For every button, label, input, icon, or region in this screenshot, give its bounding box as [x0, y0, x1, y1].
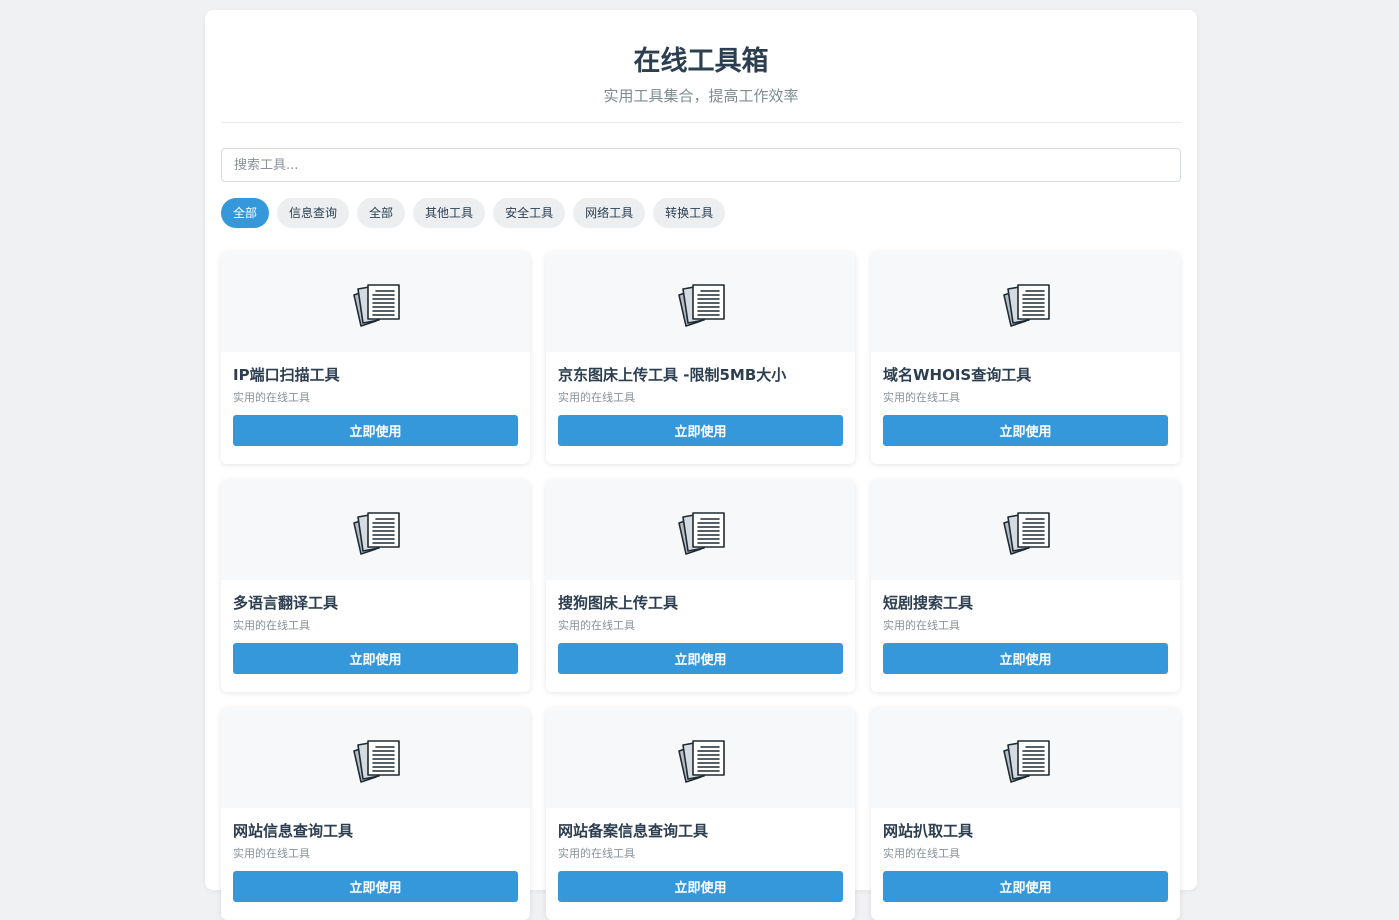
- filter-pill[interactable]: 安全工具: [493, 198, 566, 228]
- tool-card[interactable]: 域名WHOIS查询工具 实用的在线工具 立即使用: [871, 252, 1180, 464]
- tool-card-description: 实用的在线工具: [883, 391, 960, 404]
- tool-card-title: 网站信息查询工具: [233, 822, 354, 840]
- tool-card[interactable]: 网站备案信息查询工具 实用的在线工具 立即使用: [546, 708, 855, 920]
- tool-card[interactable]: IP端口扫描工具 实用的在线工具 立即使用: [221, 252, 530, 464]
- tool-card-title: 网站扒取工具: [883, 822, 974, 840]
- filter-pill[interactable]: 网络工具: [573, 198, 646, 228]
- tool-card[interactable]: 多语言翻译工具 实用的在线工具 立即使用: [221, 480, 530, 692]
- use-now-button[interactable]: 立即使用: [558, 415, 843, 446]
- document-stack-icon: [1002, 512, 1050, 555]
- use-now-button[interactable]: 立即使用: [883, 415, 1168, 446]
- document-stack-icon: [1002, 284, 1050, 327]
- tool-card-thumbnail: [871, 252, 1180, 352]
- document-stack-icon: [677, 284, 725, 327]
- tool-grid: IP端口扫描工具 实用的在线工具 立即使用 京东图床上传工具 -限制5MB大小 …: [221, 252, 1181, 920]
- tool-card-description: 实用的在线工具: [558, 391, 635, 404]
- tool-card-body: 多语言翻译工具 实用的在线工具 立即使用: [221, 580, 530, 674]
- tool-card-description: 实用的在线工具: [233, 847, 310, 860]
- tool-card-title: IP端口扫描工具: [233, 366, 340, 384]
- tool-card-title: 短剧搜索工具: [883, 594, 974, 612]
- page-title: 在线工具箱: [633, 46, 769, 77]
- tool-card-description: 实用的在线工具: [883, 847, 960, 860]
- tool-card[interactable]: 网站扒取工具 实用的在线工具 立即使用: [871, 708, 1180, 920]
- document-stack-icon: [1002, 740, 1050, 783]
- use-now-button[interactable]: 立即使用: [558, 871, 843, 902]
- tool-card[interactable]: 京东图床上传工具 -限制5MB大小 实用的在线工具 立即使用: [546, 252, 855, 464]
- tool-card-thumbnail: [546, 480, 855, 580]
- tool-card-body: 京东图床上传工具 -限制5MB大小 实用的在线工具 立即使用: [546, 352, 855, 446]
- tool-card-title: 网站备案信息查询工具: [558, 822, 709, 840]
- tool-card-thumbnail: [871, 480, 1180, 580]
- document-stack-icon: [352, 512, 400, 555]
- tool-card-body: 网站扒取工具 实用的在线工具 立即使用: [871, 808, 1180, 902]
- tool-card-thumbnail: [871, 708, 1180, 808]
- use-now-button[interactable]: 立即使用: [233, 871, 518, 902]
- use-now-button[interactable]: 立即使用: [233, 643, 518, 674]
- filter-pill[interactable]: 其他工具: [413, 198, 486, 228]
- tool-card-description: 实用的在线工具: [558, 847, 635, 860]
- tool-card-body: 网站备案信息查询工具 实用的在线工具 立即使用: [546, 808, 855, 902]
- tool-card-thumbnail: [546, 708, 855, 808]
- filter-pill[interactable]: 全部: [221, 198, 270, 228]
- tool-card-thumbnail: [221, 252, 530, 352]
- tool-card-description: 实用的在线工具: [558, 619, 635, 632]
- document-stack-icon: [352, 284, 400, 327]
- tool-card-description: 实用的在线工具: [883, 619, 960, 632]
- page-subtitle: 实用工具集合，提高工作效率: [603, 87, 799, 105]
- tool-card-body: IP端口扫描工具 实用的在线工具 立即使用: [221, 352, 530, 446]
- tool-card-description: 实用的在线工具: [233, 391, 310, 404]
- tool-card[interactable]: 短剧搜索工具 实用的在线工具 立即使用: [871, 480, 1180, 692]
- tool-card-title: 搜狗图床上传工具: [558, 594, 679, 612]
- filter-pill[interactable]: 全部: [357, 198, 406, 228]
- search-bar: [221, 148, 1181, 182]
- category-filters: 全部 信息查询 全部 其他工具 安全工具 网络工具 转换工具: [221, 198, 1181, 228]
- use-now-button[interactable]: 立即使用: [233, 415, 518, 446]
- tool-card-title: 多语言翻译工具: [233, 594, 339, 612]
- tool-card-thumbnail: [546, 252, 855, 352]
- tool-card-thumbnail: [221, 708, 530, 808]
- filter-pill[interactable]: 转换工具: [653, 198, 726, 228]
- use-now-button[interactable]: 立即使用: [558, 643, 843, 674]
- search-input[interactable]: [221, 148, 1181, 182]
- tool-card[interactable]: 搜狗图床上传工具 实用的在线工具 立即使用: [546, 480, 855, 692]
- document-stack-icon: [677, 512, 725, 555]
- tool-card-description: 实用的在线工具: [233, 619, 310, 632]
- use-now-button[interactable]: 立即使用: [883, 643, 1168, 674]
- tool-card-title: 京东图床上传工具 -限制5MB大小: [558, 366, 787, 384]
- tool-card[interactable]: 网站信息查询工具 实用的在线工具 立即使用: [221, 708, 530, 920]
- document-stack-icon: [677, 740, 725, 783]
- document-stack-icon: [352, 740, 400, 783]
- tool-card-body: 短剧搜索工具 实用的在线工具 立即使用: [871, 580, 1180, 674]
- filter-pill[interactable]: 信息查询: [277, 198, 350, 228]
- tool-card-body: 搜狗图床上传工具 实用的在线工具 立即使用: [546, 580, 855, 674]
- tool-card-body: 域名WHOIS查询工具 实用的在线工具 立即使用: [871, 352, 1180, 446]
- tool-card-body: 网站信息查询工具 实用的在线工具 立即使用: [221, 808, 530, 902]
- tool-card-title: 域名WHOIS查询工具: [883, 366, 1032, 384]
- page-header: 在线工具箱 实用工具集合，提高工作效率: [221, 10, 1181, 123]
- main-container: 在线工具箱 实用工具集合，提高工作效率 全部信息查询全部其他工具安全工具网络工具…: [205, 10, 1197, 920]
- use-now-button[interactable]: 立即使用: [883, 871, 1168, 902]
- tool-card-thumbnail: [221, 480, 530, 580]
